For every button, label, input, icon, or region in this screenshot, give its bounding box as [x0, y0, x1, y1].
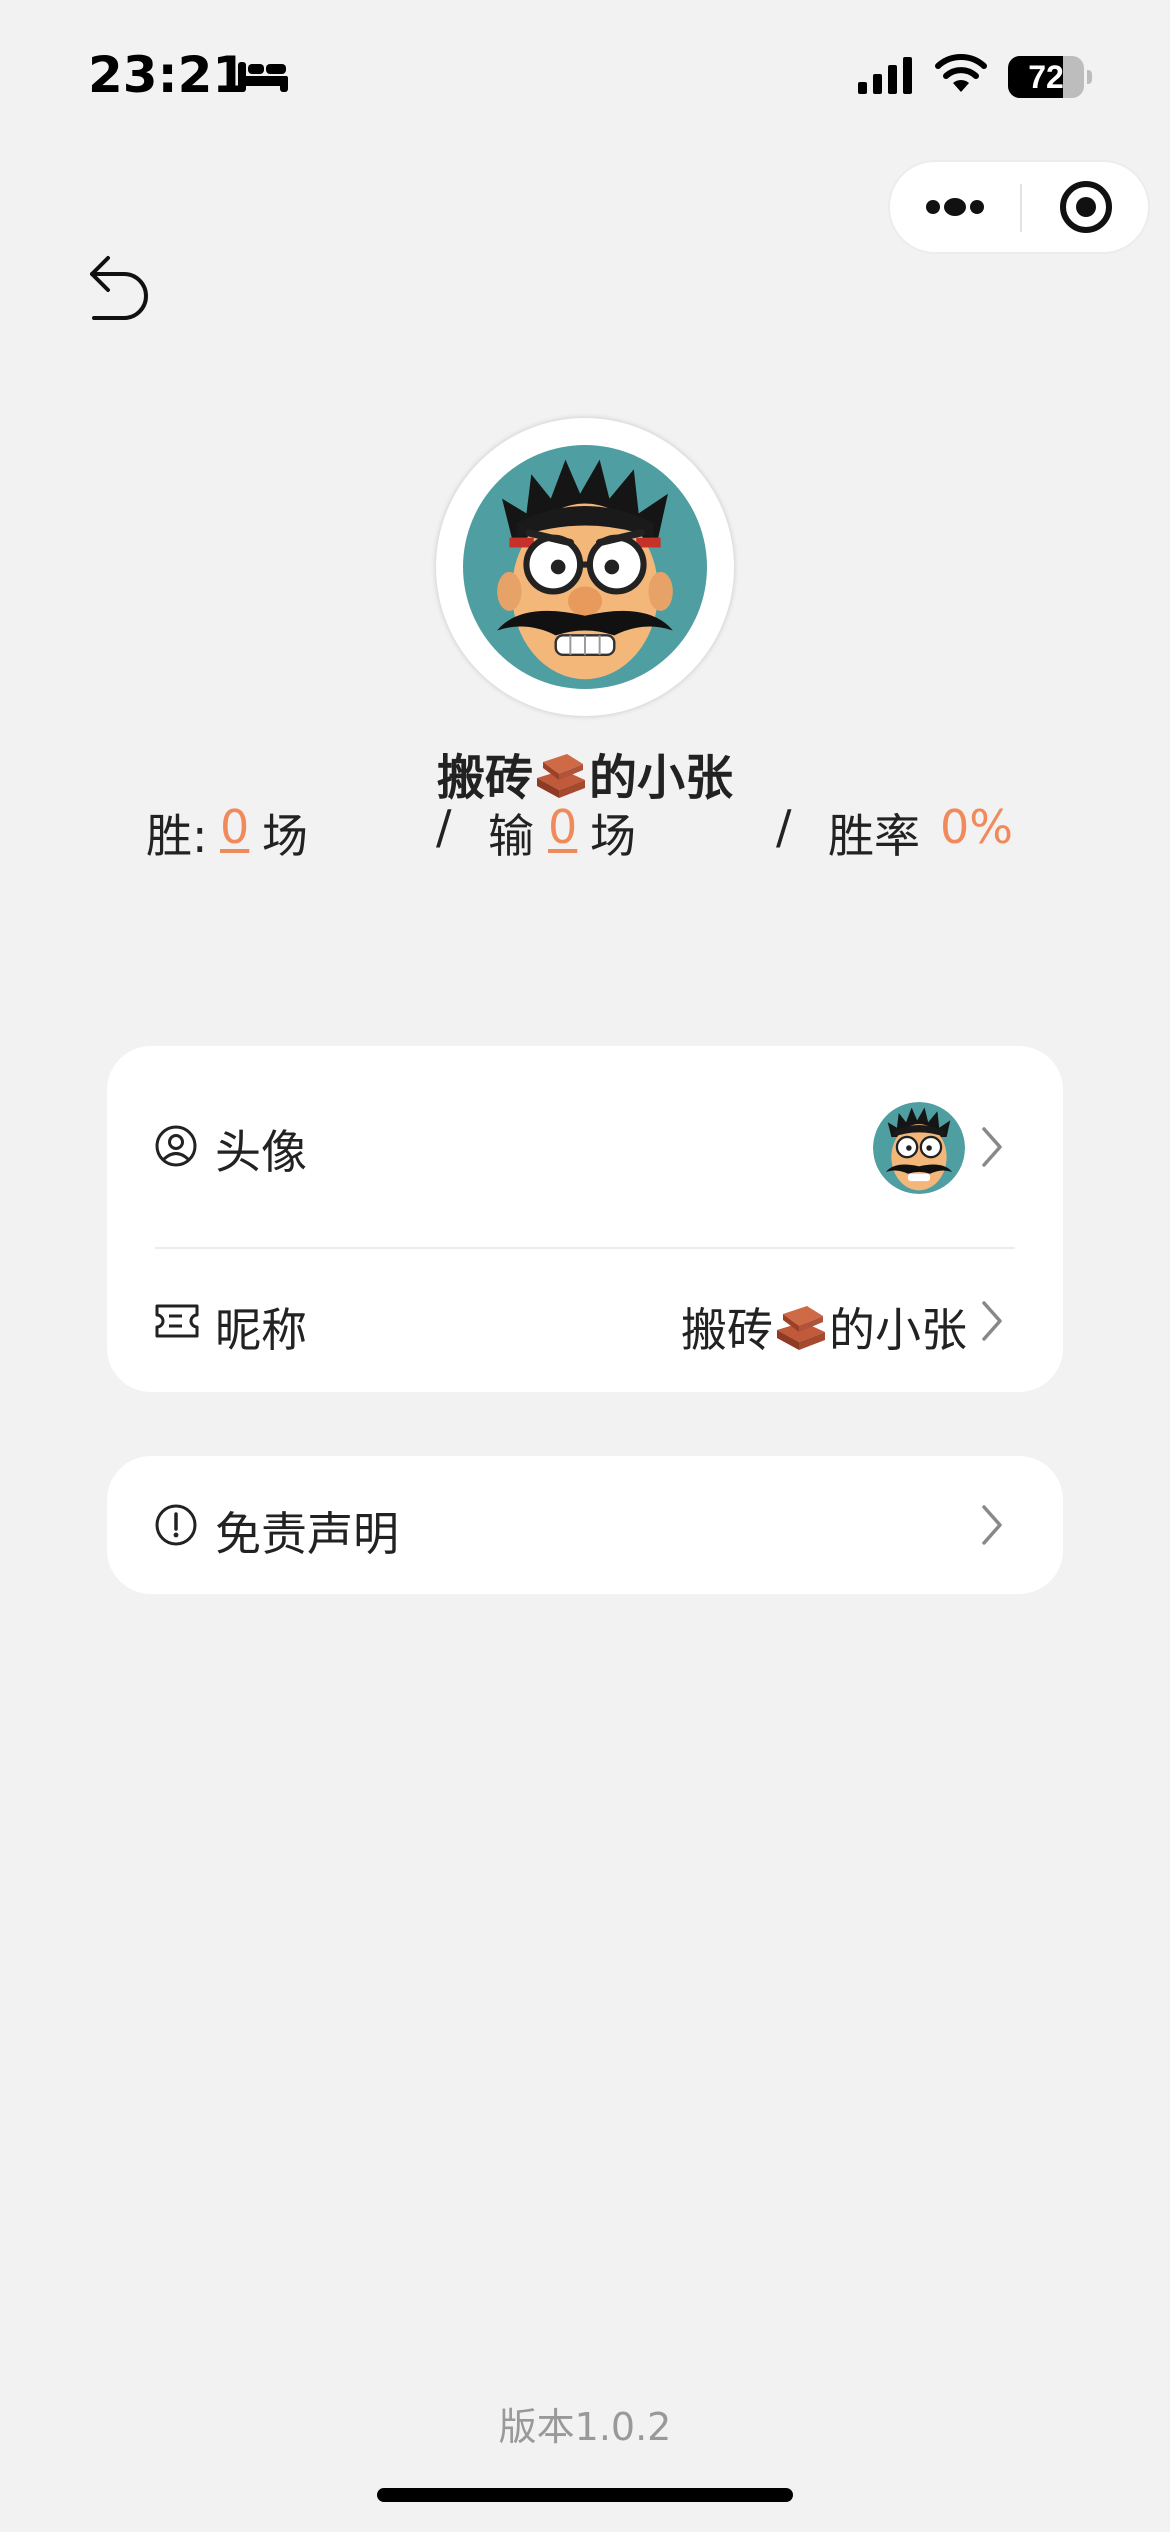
- user-circle-icon: [155, 1125, 197, 1167]
- disclaimer-row[interactable]: 免责声明: [107, 1456, 1063, 1594]
- nickname-prefix: 搬砖: [436, 750, 533, 806]
- battery-indicator: 72: [1008, 56, 1092, 98]
- undo-back-icon[interactable]: [86, 252, 152, 322]
- brick-emoji-icon: [537, 754, 585, 798]
- nickname-value-suffix: 的小张: [829, 1303, 967, 1357]
- home-indicator[interactable]: [377, 2488, 793, 2502]
- chevron-right-icon: [982, 1505, 1002, 1545]
- bed-icon: [238, 62, 288, 92]
- rate-label: 胜率: [828, 809, 920, 863]
- status-bar: 23:21 72: [0, 0, 1170, 150]
- win-count: 0: [220, 800, 250, 854]
- exclamation-circle-icon: [155, 1504, 197, 1546]
- chevron-right-icon: [982, 1127, 1002, 1167]
- wifi-icon: [935, 54, 987, 92]
- avatar-image: [463, 445, 707, 689]
- target-close-icon[interactable]: [1022, 162, 1150, 252]
- avatar-row-label: 头像: [215, 1125, 307, 1179]
- lose-label: 输: [488, 809, 534, 863]
- profile-avatar: [436, 418, 734, 716]
- chevron-right-icon: [982, 1301, 1002, 1341]
- stats-line: 胜: 0 场 / 输 0 场 / 胜率 0%: [0, 800, 1170, 864]
- disclaimer-card: 免责声明: [107, 1456, 1063, 1594]
- row-divider: [155, 1247, 1015, 1249]
- win-rate: 0%: [940, 800, 1013, 854]
- brick-emoji-icon: [777, 1306, 825, 1350]
- more-dots-icon[interactable]: [890, 162, 1020, 252]
- battery-level: 72: [1028, 59, 1064, 95]
- avatar-thumbnail-image: [873, 1102, 965, 1194]
- stats-separator: /: [776, 800, 792, 854]
- nickname-row-label: 昵称: [215, 1303, 307, 1357]
- win-label: 胜:: [146, 809, 208, 863]
- nickname-value-prefix: 搬砖: [681, 1303, 773, 1357]
- nickname-row-value: 搬砖 的小张: [681, 1294, 967, 1360]
- profile-screen: 23:21 72 搬砖 的小张 胜: 0 场 / 输 0 场 / 胜率 0% 头…: [0, 0, 1170, 2532]
- nickname-suffix: 的小张: [589, 750, 734, 806]
- win-unit: 场: [262, 809, 308, 863]
- ticket-icon: [155, 1304, 199, 1338]
- status-time: 23:21: [88, 46, 248, 104]
- avatar-thumbnail: [873, 1102, 965, 1194]
- nickname-row[interactable]: 昵称 搬砖 的小张: [107, 1250, 1063, 1392]
- profile-settings-card: 头像 昵称 搬砖 的小张: [107, 1046, 1063, 1392]
- stats-separator: /: [436, 800, 452, 854]
- profile-nickname: 搬砖 的小张: [0, 738, 1170, 808]
- avatar-row[interactable]: 头像: [107, 1046, 1063, 1248]
- version-label: 版本1.0.2: [498, 2405, 672, 2449]
- disclaimer-label: 免责声明: [215, 1507, 399, 1561]
- lose-unit: 场: [590, 809, 636, 863]
- lose-count: 0: [548, 800, 578, 854]
- miniprogram-capsule: [888, 160, 1150, 254]
- cellular-signal-icon: [858, 57, 912, 94]
